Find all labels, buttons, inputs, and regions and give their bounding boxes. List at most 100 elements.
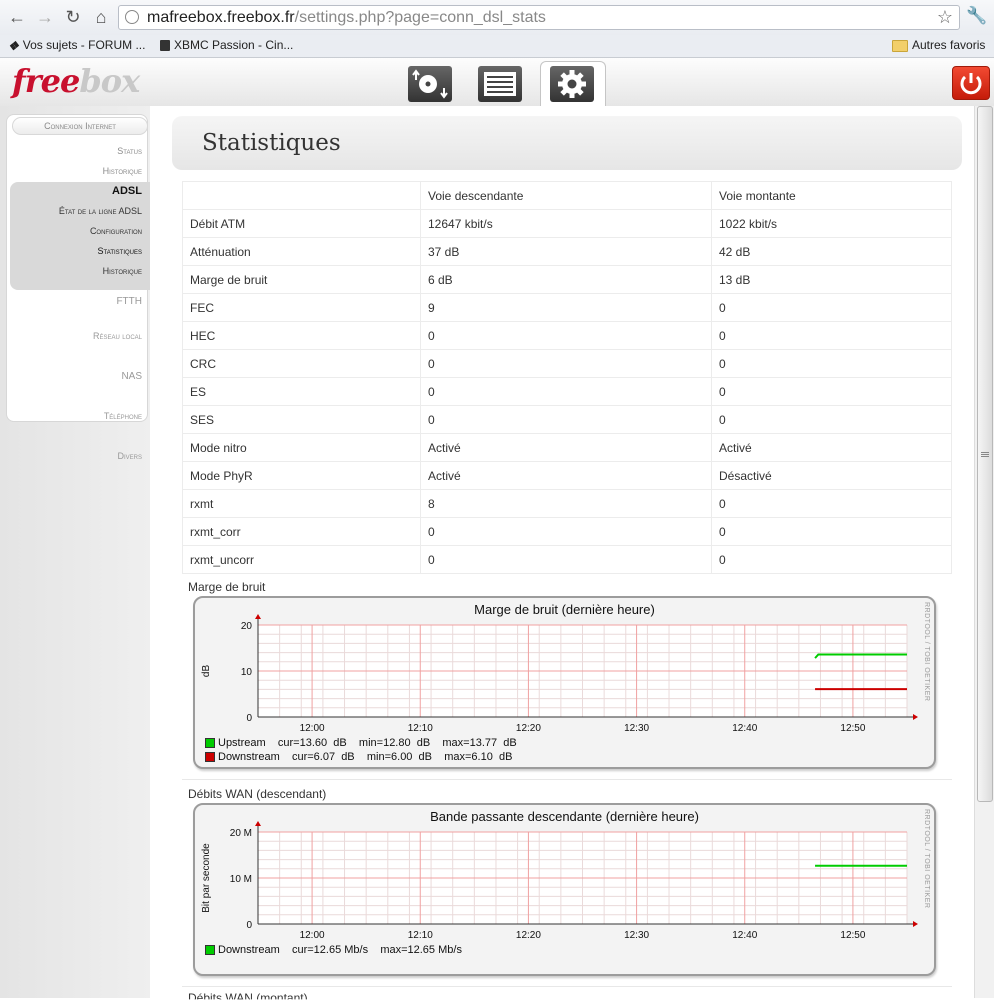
legend-downstream-text: Downstream cur=6.07 dB min=6.00 dB max=6… — [218, 751, 513, 763]
table-row: rxmt_uncorr 0 0 — [182, 545, 952, 574]
stats-table: Voie descendante Voie montante Débit ATM 12… — [182, 181, 952, 574]
table-cell: rxmt_corr — [182, 517, 421, 546]
table-row: Atténuation 37 dB 42 dB — [182, 237, 952, 266]
table-cell: Activé — [420, 461, 712, 490]
table-cell: Atténuation — [182, 237, 421, 266]
table-cell: Mode PhyR — [182, 461, 421, 490]
x-tick-label: 12:20 — [516, 723, 541, 734]
graph-marge-bruit: Marge de bruit (dernière heure) RRDTOOL … — [193, 596, 936, 769]
download-tab-icon[interactable] — [408, 66, 452, 102]
table-cell: 8 — [420, 489, 712, 518]
x-tick-label: 12:10 — [408, 723, 433, 734]
graph-label-marge: Marge de bruit — [188, 580, 266, 594]
table-cell: Mode nitro — [182, 433, 421, 462]
table-cell: SES — [182, 405, 421, 434]
table-cell: 0 — [420, 517, 712, 546]
table-row: CRC 0 0 — [182, 349, 952, 378]
table-row: SES 0 0 — [182, 405, 952, 434]
reload-icon[interactable]: ↻ — [62, 6, 84, 28]
legend-downstream: Downstream cur=12.65 Mb/s max=12.65 Mb/s — [205, 944, 462, 956]
sidebar-item-divers[interactable]: Divers — [117, 451, 142, 461]
freebox-logo[interactable]: freebox — [12, 62, 140, 100]
table-cell: 9 — [420, 293, 712, 322]
column-header: Voie montante — [711, 181, 952, 210]
y-tick-label: 10 M — [230, 874, 252, 885]
sidebar-item-ftth[interactable]: FTTH — [116, 296, 142, 307]
column-header: Voie descendante — [420, 181, 712, 210]
table-cell: 0 — [711, 377, 952, 406]
table-cell: 0 — [420, 377, 712, 406]
table-cell: ES — [182, 377, 421, 406]
legend-upstream-text: Upstream cur=13.60 dB min=12.80 dB max=1… — [218, 737, 517, 749]
x-tick-label: 12:30 — [624, 723, 649, 734]
y-tick-label: 20 M — [230, 828, 252, 839]
table-cell: 0 — [711, 405, 952, 434]
globe-icon — [125, 10, 139, 24]
table-cell: Activé — [711, 433, 952, 462]
table-row: Mode nitro Activé Activé — [182, 433, 952, 462]
table-cell: 37 dB — [420, 237, 712, 266]
y-axis-arrow — [255, 821, 261, 826]
x-tick-label: 12:50 — [840, 723, 865, 734]
browser-toolbar: ← → ↻ ⌂ mafreebox.freebox.fr/settings.ph… — [0, 0, 994, 35]
forward-icon[interactable]: → — [34, 6, 56, 28]
bookmark-star-icon[interactable]: ☆ — [937, 7, 953, 28]
table-cell: 42 dB — [711, 237, 952, 266]
power-icon[interactable] — [952, 66, 990, 100]
bookmark-forum[interactable]: ❖ Vos sujets - FORUM ... — [8, 38, 145, 53]
bookmark-label: Vos sujets - FORUM ... — [22, 38, 146, 52]
table-cell: 0 — [711, 349, 952, 378]
legend-upstream: Upstream cur=13.60 dB min=12.80 dB max=1… — [205, 737, 517, 749]
y-tick-label: 20 — [241, 621, 253, 632]
sidebar-item-reseau-local[interactable]: Réseau local — [93, 331, 142, 341]
bookmark-xbmc[interactable]: XBMC Passion - Cin... — [160, 38, 293, 52]
x-tick-label: 12:40 — [732, 723, 757, 734]
table-cell: 0 — [711, 321, 952, 350]
settings-tab[interactable] — [540, 61, 606, 108]
table-cell: rxmt_uncorr — [182, 545, 421, 574]
x-tick-label: 12:00 — [300, 723, 325, 734]
url-path: /settings.php?page=conn_dsl_stats — [294, 9, 546, 26]
table-cell: rxmt — [182, 489, 421, 518]
x-tick-label: 12:00 — [300, 930, 325, 941]
separator — [182, 986, 952, 987]
scrollbar[interactable] — [974, 106, 994, 998]
sidebar-item-etat-ligne[interactable]: État de la ligne ADSL — [59, 206, 142, 216]
graph-label-wan-desc: Débits WAN (descendant) — [188, 787, 327, 801]
table-cell: 0 — [420, 545, 712, 574]
freebox-header: freebox — [0, 58, 994, 108]
bookmark-label: Autres favoris — [912, 38, 986, 52]
sidebar-item-historique-adsl[interactable]: Historique — [103, 266, 142, 276]
folder-icon — [892, 39, 908, 52]
back-icon[interactable]: ← — [6, 6, 28, 28]
table-row: HEC 0 0 — [182, 321, 952, 350]
x-tick-label: 12:40 — [732, 930, 757, 941]
table-row: FEC 9 0 — [182, 293, 952, 322]
x-tick-label: 12:30 — [624, 930, 649, 941]
sidebar-item-telephone[interactable]: Téléphone — [104, 411, 142, 421]
y-tick-label: 10 — [241, 667, 253, 678]
table-row: rxmt 8 0 — [182, 489, 952, 518]
home-icon[interactable]: ⌂ — [90, 6, 112, 28]
sidebar-item-status[interactable]: Status — [117, 146, 142, 156]
sidebar-item-historique[interactable]: Historique — [103, 166, 142, 176]
sidebar-item-configuration[interactable]: Configuration — [90, 226, 142, 236]
bookmark-other[interactable]: Autres favoris — [892, 38, 985, 52]
page-title: Statistiques — [202, 130, 341, 156]
table-row: Mode PhyR Activé Désactivé — [182, 461, 952, 490]
sidebar-item-adsl[interactable]: ADSL — [112, 185, 142, 197]
y-axis-arrow — [255, 614, 261, 619]
sidebar-item-nas[interactable]: NAS — [121, 371, 142, 382]
table-row: Débit ATM 12647 kbit/s 1022 kbit/s — [182, 209, 952, 238]
table-header-row: Voie descendante Voie montante — [182, 181, 952, 210]
url-text: mafreebox.freebox.fr/settings.php?page=c… — [147, 9, 546, 27]
legend-downstream: Downstream cur=6.07 dB min=6.00 dB max=6… — [205, 751, 512, 763]
address-bar[interactable]: mafreebox.freebox.fr/settings.php?page=c… — [118, 5, 960, 30]
table-cell: Désactivé — [711, 461, 952, 490]
sidebar-item-statistiques[interactable]: Statistiques — [98, 246, 142, 256]
wrench-icon[interactable]: 🔧 — [966, 6, 987, 26]
table-row: Marge de bruit 6 dB 13 dB — [182, 265, 952, 294]
files-tab-icon[interactable] — [478, 66, 522, 102]
scrollbar-thumb[interactable] — [977, 106, 993, 802]
table-cell: 0 — [420, 405, 712, 434]
